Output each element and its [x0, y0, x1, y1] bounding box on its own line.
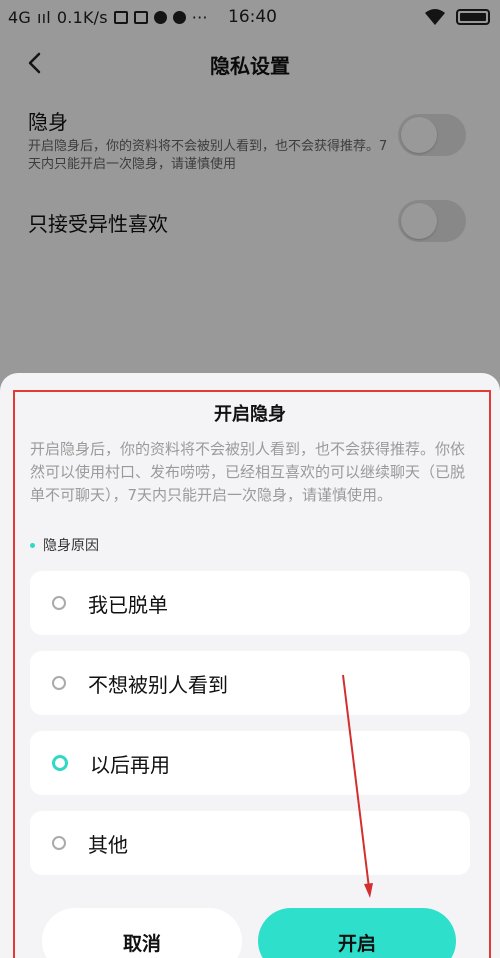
option-not-seen[interactable]: 不想被别人看到: [30, 651, 470, 715]
reason-label-text: 隐身原因: [43, 538, 99, 554]
radio-icon[interactable]: [52, 836, 66, 850]
open-button[interactable]: 开启: [258, 908, 456, 958]
radio-icon[interactable]: [52, 676, 66, 690]
radio-selected-icon[interactable]: [52, 755, 68, 771]
sheet-description: 开启隐身后，你的资料将不会被别人看到，也不会获得推荐。你依然可以使用村口、发布唠…: [30, 440, 466, 504]
sheet-title: 开启隐身: [214, 404, 286, 425]
option-label: 我已脱单: [88, 592, 168, 617]
option-single[interactable]: 我已脱单: [30, 571, 470, 635]
option-use-later[interactable]: 以后再用: [30, 731, 470, 795]
option-label: 以后再用: [90, 752, 170, 777]
option-label: 其他: [88, 832, 128, 857]
option-label: 不想被别人看到: [88, 672, 228, 697]
cancel-button[interactable]: 取消: [42, 908, 242, 958]
reason-label: 隐身原因: [30, 535, 99, 555]
radio-icon[interactable]: [52, 596, 66, 610]
option-other[interactable]: 其他: [30, 811, 470, 875]
bullet-icon: [30, 542, 35, 548]
